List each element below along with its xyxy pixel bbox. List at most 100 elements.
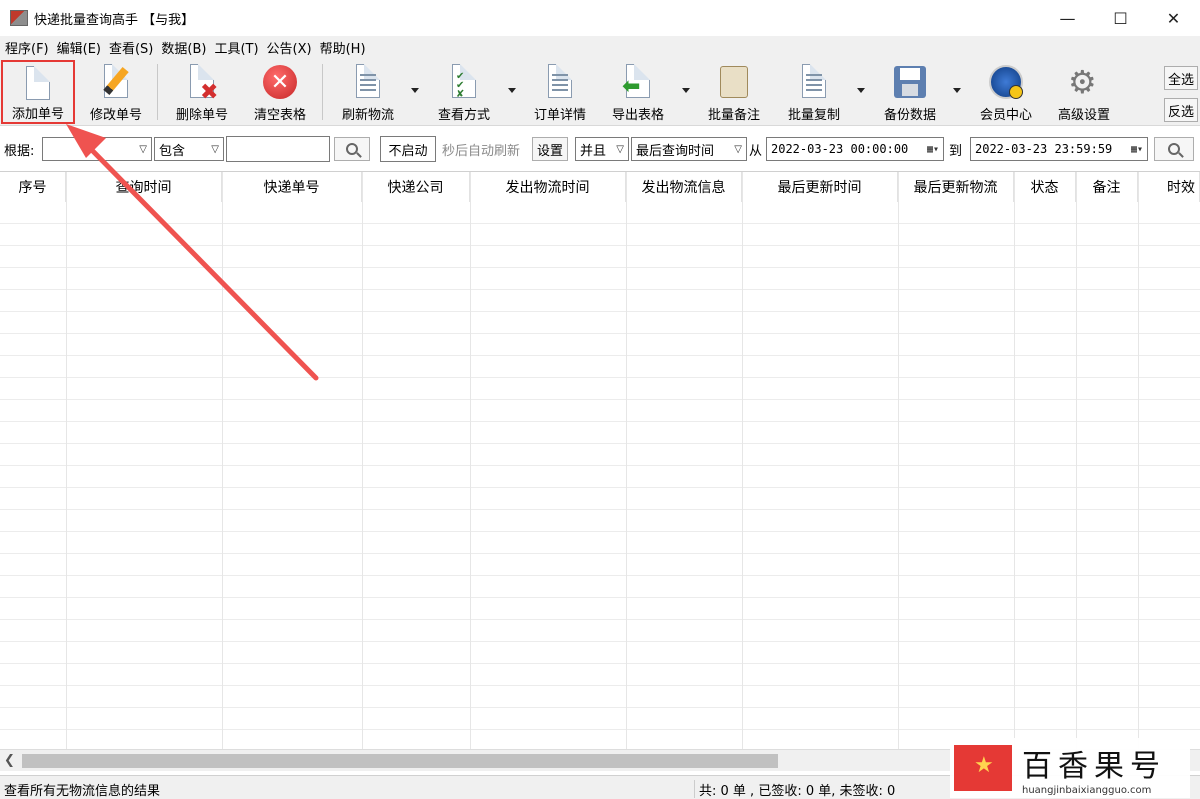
menu-program[interactable]: 程序(F) — [0, 38, 52, 57]
menu-data[interactable]: 数据(B) — [156, 38, 209, 57]
member-center-label: 会员中心 — [979, 108, 1032, 123]
match-select-value: 包含 — [159, 143, 186, 159]
refresh-document-icon — [350, 64, 386, 102]
export-arrow-icon: ⬅ — [620, 64, 656, 102]
watermark-name: 百香果号 — [1022, 748, 1166, 784]
edit-number-button[interactable]: 修改单号 — [82, 60, 150, 124]
basis-select[interactable]: ▽ — [42, 136, 152, 162]
column-header-sent-info[interactable]: 发出物流信息 — [626, 172, 742, 202]
backup-data-label: 备份数据 — [883, 108, 936, 123]
refresh-logistics-label: 刷新物流 — [341, 108, 394, 123]
delete-number-button[interactable]: ✖ 删除单号 — [168, 60, 236, 124]
keyword-input[interactable] — [226, 136, 330, 162]
order-detail-button[interactable]: 订单详情 — [526, 60, 594, 124]
clear-table-button[interactable]: ✕ 清空表格 — [246, 60, 314, 124]
batch-copy-label: 批量复制 — [787, 108, 840, 123]
time-field-select[interactable]: 最后查询时间 ▽ — [631, 136, 747, 162]
table-header: 序号 查询时间 快递单号 快递公司 发出物流时间 发出物流信息 最后更新时间 最… — [0, 172, 1200, 202]
chevron-down-icon: ▽ — [211, 143, 219, 155]
menu-bar: 程序(F) 编辑(E) 查看(S) 数据(B) 工具(T) 公告(X) 帮助(H… — [0, 36, 1200, 58]
backup-data-button[interactable]: 备份数据 — [876, 60, 944, 124]
column-header-index[interactable]: 序号 — [0, 172, 66, 202]
status-message: 查看所有无物流信息的结果 — [4, 784, 161, 799]
column-header-courier[interactable]: 快递公司 — [362, 172, 470, 202]
menu-view[interactable]: 查看(S) — [104, 38, 156, 57]
refresh-dropdown-arrow[interactable] — [411, 88, 419, 93]
basis-label: 根据: — [4, 143, 35, 159]
column-divider — [470, 172, 471, 749]
menu-notice[interactable]: 公告(X) — [262, 38, 315, 57]
column-header-timeliness[interactable]: 时效 — [1138, 172, 1200, 202]
search-button[interactable] — [334, 136, 370, 162]
add-number-button[interactable]: 添加单号 — [1, 60, 75, 124]
close-button[interactable]: ✕ — [1147, 0, 1200, 36]
new-document-icon — [20, 66, 56, 101]
backup-dropdown-arrow[interactable] — [953, 88, 961, 93]
results-table[interactable]: 序号 查询时间 快递单号 快递公司 发出物流时间 发出物流信息 最后更新时间 最… — [0, 171, 1200, 749]
column-divider — [1076, 172, 1077, 749]
order-detail-icon — [542, 64, 578, 102]
logic-select[interactable]: 并且 ▽ — [575, 136, 629, 162]
auto-refresh-field[interactable]: 不启动 — [380, 136, 436, 162]
toolbar-separator — [322, 64, 323, 120]
minimize-button[interactable]: — — [1041, 0, 1094, 36]
column-header-tracking-number[interactable]: 快递单号 — [222, 172, 362, 202]
advanced-settings-button[interactable]: ⚙ 高级设置 — [1050, 60, 1118, 124]
calendar-icon: ▦▾ — [926, 143, 939, 155]
menu-tools[interactable]: 工具(T) — [209, 38, 261, 57]
view-mode-label: 查看方式 — [437, 108, 490, 123]
time-field-value: 最后查询时间 — [636, 143, 715, 159]
from-datetime-value: 2022-03-23 00:00:00 — [771, 142, 909, 156]
batch-copy-button[interactable]: 批量复制 — [780, 60, 848, 124]
column-header-query-time[interactable]: 查询时间 — [66, 172, 222, 202]
column-header-last-update-time[interactable]: 最后更新时间 — [742, 172, 898, 202]
batch-copy-dropdown-arrow[interactable] — [857, 88, 865, 93]
scrollbar-thumb[interactable] — [22, 754, 778, 768]
clear-table-label: 清空表格 — [253, 108, 306, 123]
column-header-status[interactable]: 状态 — [1014, 172, 1076, 202]
export-table-button[interactable]: ⬅ 导出表格 — [604, 60, 672, 124]
column-header-sent-time[interactable]: 发出物流时间 — [470, 172, 626, 202]
settings-button[interactable]: 设置 — [532, 136, 569, 162]
add-number-label: 添加单号 — [11, 107, 64, 122]
export-dropdown-arrow[interactable] — [682, 88, 690, 93]
window-title: 快递批量查询高手 【与我】 — [34, 12, 195, 28]
column-divider — [222, 172, 223, 749]
scroll-left-icon[interactable]: ❮ — [4, 753, 15, 768]
calendar-icon: ▦▾ — [1130, 143, 1143, 155]
maximize-button[interactable]: ☐ — [1094, 0, 1147, 36]
invert-selection-button[interactable]: 反选 — [1164, 98, 1198, 122]
to-datetime-picker[interactable]: 2022-03-23 23:59:59 ▦▾ — [970, 136, 1148, 162]
delete-number-label: 删除单号 — [175, 108, 228, 123]
column-header-last-update-info[interactable]: 最后更新物流 — [898, 172, 1014, 202]
member-center-button[interactable]: 会员中心 — [972, 60, 1040, 124]
copy-documents-icon — [796, 64, 832, 102]
advanced-settings-label: 高级设置 — [1057, 108, 1110, 123]
clock-icon — [988, 64, 1024, 102]
watermark-logo-icon: ★ — [954, 745, 1012, 791]
column-divider — [66, 172, 67, 749]
chevron-down-icon: ▽ — [734, 143, 742, 155]
view-mode-dropdown-arrow[interactable] — [508, 88, 516, 93]
column-divider — [362, 172, 363, 749]
menu-edit[interactable]: 编辑(E) — [52, 38, 104, 57]
column-header-note[interactable]: 备注 — [1076, 172, 1138, 202]
from-label: 从 — [749, 143, 763, 159]
match-select[interactable]: 包含 ▽ — [154, 136, 224, 162]
refresh-logistics-button[interactable]: 刷新物流 — [334, 60, 402, 124]
chevron-down-icon: ▽ — [616, 143, 624, 155]
export-table-label: 导出表格 — [611, 108, 664, 123]
from-datetime-picker[interactable]: 2022-03-23 00:00:00 ▦▾ — [766, 136, 944, 162]
menu-help[interactable]: 帮助(H) — [315, 38, 369, 57]
batch-note-button[interactable]: 批量备注 — [700, 60, 768, 124]
app-icon — [10, 10, 28, 26]
view-mode-button[interactable]: ✔ ✔ ✘ 查看方式 — [430, 60, 498, 124]
table-body[interactable] — [0, 202, 1200, 749]
select-all-button[interactable]: 全选 — [1164, 66, 1198, 90]
auto-refresh-suffix: 秒后自动刷新 — [442, 143, 521, 159]
logic-select-value: 并且 — [580, 143, 607, 159]
date-search-button[interactable] — [1154, 136, 1194, 162]
checklist-icon: ✔ ✔ ✘ — [446, 64, 482, 102]
to-datetime-value: 2022-03-23 23:59:59 — [975, 142, 1113, 156]
edit-number-label: 修改单号 — [89, 108, 142, 123]
